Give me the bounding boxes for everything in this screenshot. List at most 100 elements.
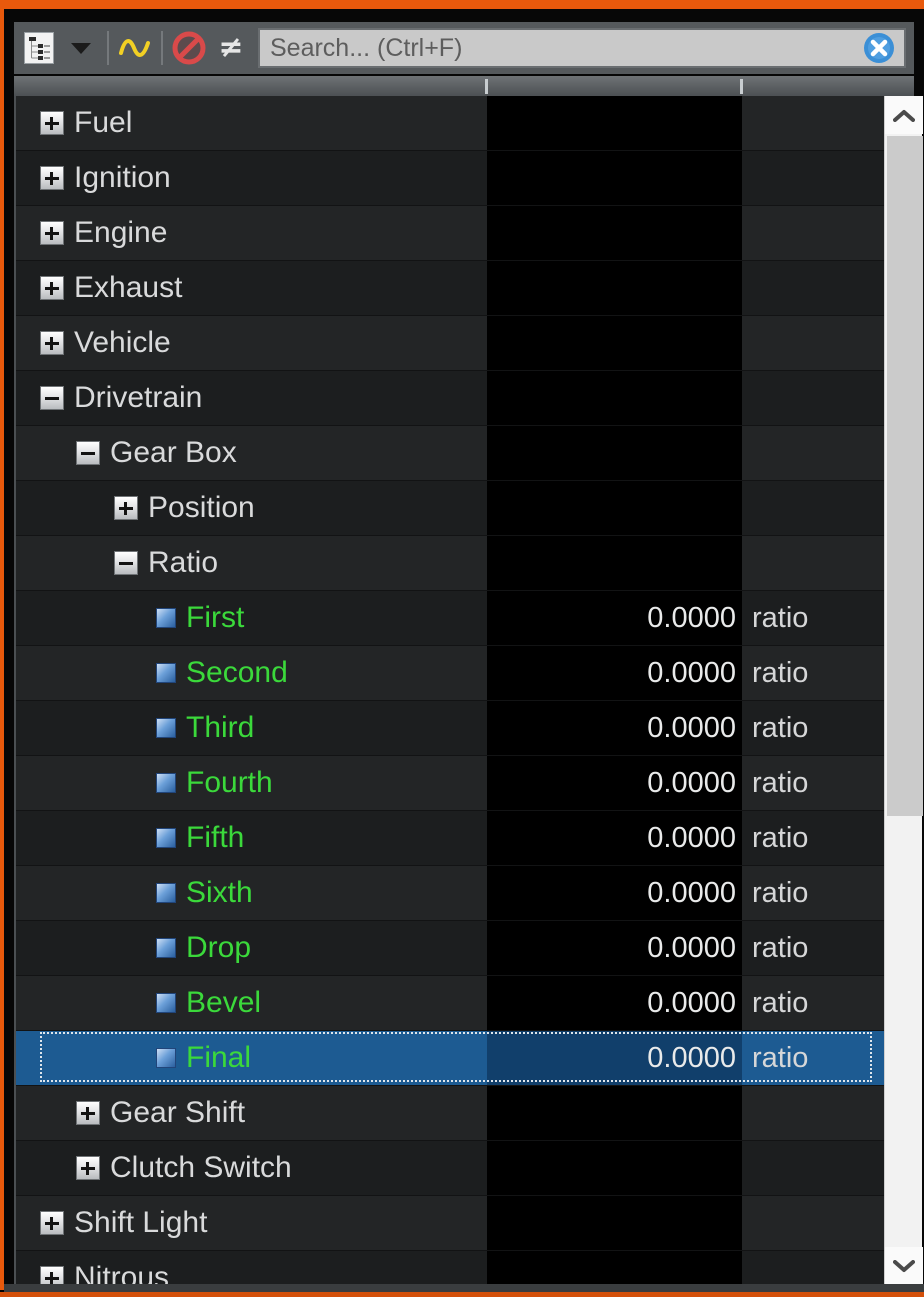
tree-row[interactable]: Vehicle [16, 316, 884, 371]
expand-plus-icon[interactable] [76, 1101, 100, 1125]
tree-row-value-cell[interactable]: 0.0000 [487, 976, 742, 1030]
property-tree[interactable]: Fuel Ignition Engine Exhaust Vehicle Drivetra… [14, 96, 884, 1285]
tree-row[interactable]: Fuel [16, 96, 884, 151]
tree-row-label-cell[interactable]: Shift Light [16, 1196, 487, 1250]
expand-plus-icon[interactable] [40, 221, 64, 245]
expand-plus-icon[interactable] [40, 331, 64, 355]
tree-row-value-cell[interactable] [487, 151, 742, 205]
tree-row-value-cell[interactable] [487, 1141, 742, 1195]
tree-row-label-cell[interactable]: Sixth [16, 866, 487, 920]
expand-plus-icon[interactable] [40, 1266, 64, 1285]
tree-row-value-cell[interactable] [487, 206, 742, 260]
tree-row-value-cell[interactable]: 0.0000 [487, 591, 742, 645]
tree-row-value-cell[interactable]: 0.0000 [487, 811, 742, 865]
clear-circle-icon[interactable] [862, 31, 896, 65]
tree-row[interactable]: Bevel 0.0000 ratio [16, 976, 884, 1031]
scroll-up-button[interactable] [885, 96, 923, 134]
tree-row-label-cell[interactable]: Ignition [16, 151, 487, 205]
tree-view-button[interactable] [18, 26, 60, 70]
tree-row-value-cell[interactable] [487, 261, 742, 315]
tree-row-label-cell[interactable]: Drivetrain [16, 371, 487, 425]
tree-row-value-cell[interactable]: 0.0000 [487, 866, 742, 920]
tree-row-value-cell[interactable] [487, 316, 742, 370]
tree-row-value-cell[interactable]: 0.0000 [487, 921, 742, 975]
tree-row[interactable]: Final 0.0000 ratio [16, 1031, 884, 1086]
tree-row[interactable]: Third 0.0000 ratio [16, 701, 884, 756]
tree-row-label-cell[interactable]: Engine [16, 206, 487, 260]
tree-row[interactable]: Fifth 0.0000 ratio [16, 811, 884, 866]
disable-button[interactable] [168, 26, 210, 70]
tree-row-label-cell[interactable]: Drop [16, 921, 487, 975]
tree-row-value-cell[interactable] [487, 481, 742, 535]
expand-plus-icon[interactable] [40, 111, 64, 135]
tree-row-value-cell[interactable]: 0.0000 [487, 701, 742, 755]
tree-row[interactable]: Clutch Switch [16, 1141, 884, 1196]
tree-row[interactable]: Position [16, 481, 884, 536]
tree-row[interactable]: Nitrous [16, 1251, 884, 1285]
collapse-minus-icon[interactable] [114, 551, 138, 575]
collapse-minus-icon[interactable] [40, 386, 64, 410]
not-equal-button[interactable]: ≠ [210, 26, 252, 70]
tree-row[interactable]: Shift Light [16, 1196, 884, 1251]
search-box[interactable] [258, 28, 906, 68]
tree-row-value-cell[interactable] [487, 1086, 742, 1140]
tree-row[interactable]: Gear Box [16, 426, 884, 481]
tree-row[interactable]: First 0.0000 ratio [16, 591, 884, 646]
tree-row-value-cell[interactable] [487, 1251, 742, 1285]
tree-row-label-cell[interactable]: Position [16, 481, 487, 535]
tree-row-value-cell[interactable] [487, 96, 742, 150]
tree-row-value: 0.0000 [647, 821, 736, 854]
scrollbar-thumb[interactable] [887, 136, 923, 816]
tree-row-unit-cell: ratio [742, 756, 884, 810]
tree-row[interactable]: Drivetrain [16, 371, 884, 426]
tree-row[interactable]: Exhaust [16, 261, 884, 316]
tree-row-label-cell[interactable]: Ratio [16, 536, 487, 590]
expand-plus-icon[interactable] [40, 276, 64, 300]
tree-row[interactable]: Ignition [16, 151, 884, 206]
tree-row-label-cell[interactable]: Gear Box [16, 426, 487, 480]
column-divider-1[interactable] [485, 79, 488, 94]
tree-row-label-cell[interactable]: Second [16, 646, 487, 700]
tree-row[interactable]: Sixth 0.0000 ratio [16, 866, 884, 921]
expand-plus-icon[interactable] [76, 1156, 100, 1180]
tree-row-value-cell[interactable] [487, 536, 742, 590]
expand-plus-icon[interactable] [40, 166, 64, 190]
tree-row-label-cell[interactable]: Final [16, 1031, 487, 1085]
tree-row-value-cell[interactable]: 0.0000 [487, 1031, 742, 1085]
vertical-scrollbar[interactable] [884, 96, 923, 1285]
tree-row-label-cell[interactable]: Gear Shift [16, 1086, 487, 1140]
tree-row-value-cell[interactable] [487, 426, 742, 480]
tree-row-label-cell[interactable]: First [16, 591, 487, 645]
tree-row[interactable]: Drop 0.0000 ratio [16, 921, 884, 976]
leaf-node-icon [156, 663, 176, 683]
collapse-minus-icon[interactable] [76, 441, 100, 465]
tree-row[interactable]: Ratio [16, 536, 884, 591]
waveform-button[interactable] [114, 26, 156, 70]
tree-row[interactable]: Second 0.0000 ratio [16, 646, 884, 701]
column-header-bar[interactable] [14, 76, 914, 96]
dropdown-button[interactable] [60, 26, 102, 70]
tree-row-label-cell[interactable]: Bevel [16, 976, 487, 1030]
tree-row-value-cell[interactable]: 0.0000 [487, 756, 742, 810]
tree-row-label-cell[interactable]: Fifth [16, 811, 487, 865]
tree-row-label-cell[interactable]: Exhaust [16, 261, 487, 315]
expand-plus-icon[interactable] [114, 496, 138, 520]
tree-row-value: 0.0000 [647, 1041, 736, 1074]
column-divider-2[interactable] [740, 79, 743, 94]
tree-row-label-cell[interactable]: Fourth [16, 756, 487, 810]
tree-row[interactable]: Fourth 0.0000 ratio [16, 756, 884, 811]
expand-plus-icon[interactable] [40, 1211, 64, 1235]
tree-row-label-cell[interactable]: Fuel [16, 96, 487, 150]
tree-row-value-cell[interactable] [487, 371, 742, 425]
tree-row-label-cell[interactable]: Clutch Switch [16, 1141, 487, 1195]
tree-row-label-cell[interactable]: Third [16, 701, 487, 755]
tree-row-unit-cell: ratio [742, 1031, 884, 1085]
tree-row-value-cell[interactable] [487, 1196, 742, 1250]
tree-row[interactable]: Gear Shift [16, 1086, 884, 1141]
tree-row-label-cell[interactable]: Nitrous [16, 1251, 487, 1285]
tree-row[interactable]: Engine [16, 206, 884, 261]
scroll-down-button[interactable] [885, 1247, 923, 1285]
tree-row-value-cell[interactable]: 0.0000 [487, 646, 742, 700]
tree-row-label-cell[interactable]: Vehicle [16, 316, 487, 370]
search-input[interactable] [260, 30, 862, 66]
